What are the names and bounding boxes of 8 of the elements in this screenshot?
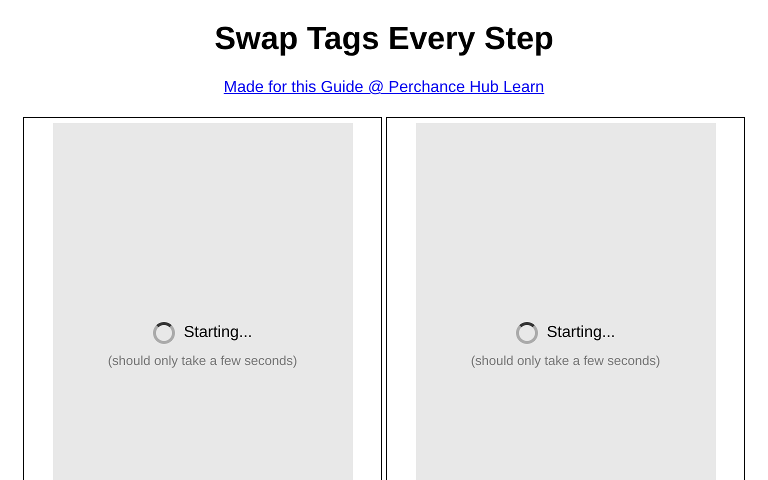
spinner-icon [516, 322, 538, 344]
spinner-icon [152, 322, 175, 344]
hint-text: (should only take a few seconds) [108, 353, 298, 368]
status-text: Starting... [546, 324, 616, 342]
guide-link[interactable]: Made for this Guide @ Perchance Hub Learn [224, 79, 544, 96]
hint-text: (should only take a few seconds) [470, 353, 660, 368]
page-title: Swap Tags Every Step [213, 20, 555, 57]
status-text: Starting... [184, 324, 252, 342]
